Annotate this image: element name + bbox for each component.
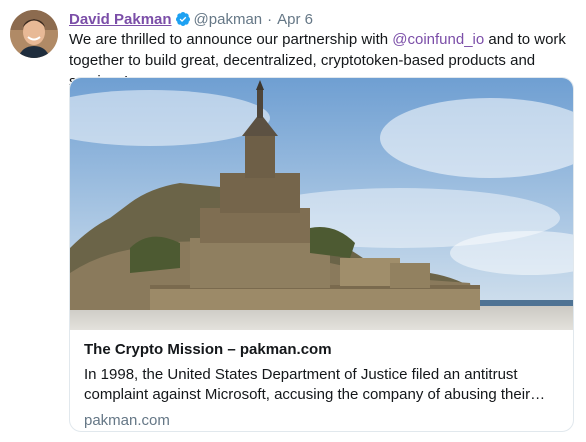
card-body: The Crypto Mission – pakman.com In 1998,… (84, 340, 562, 431)
card-description: In 1998, the United States Department of… (84, 366, 546, 403)
mention-link[interactable]: @coinfund_io (392, 31, 484, 48)
author-handle[interactable]: @pakman (194, 11, 263, 28)
card-title: The Crypto Mission – pakman.com (84, 341, 332, 358)
card-image (70, 78, 573, 330)
header-separator: · (267, 10, 273, 28)
tweet: David Pakman @pakman · Apr 6 We are thri… (0, 0, 586, 442)
author-name[interactable]: David Pakman (69, 11, 172, 28)
card-domain: pakman.com (84, 412, 170, 429)
avatar-image (10, 10, 58, 58)
verified-badge-icon (175, 11, 191, 27)
avatar[interactable] (10, 10, 58, 58)
tweet-text-before: We are thrilled to announce our partners… (69, 31, 393, 48)
tweet-timestamp[interactable]: Apr 6 (277, 11, 313, 28)
tweet-header: David Pakman @pakman · Apr 6 (69, 9, 313, 29)
link-card[interactable]: The Crypto Mission – pakman.com In 1998,… (69, 77, 574, 432)
